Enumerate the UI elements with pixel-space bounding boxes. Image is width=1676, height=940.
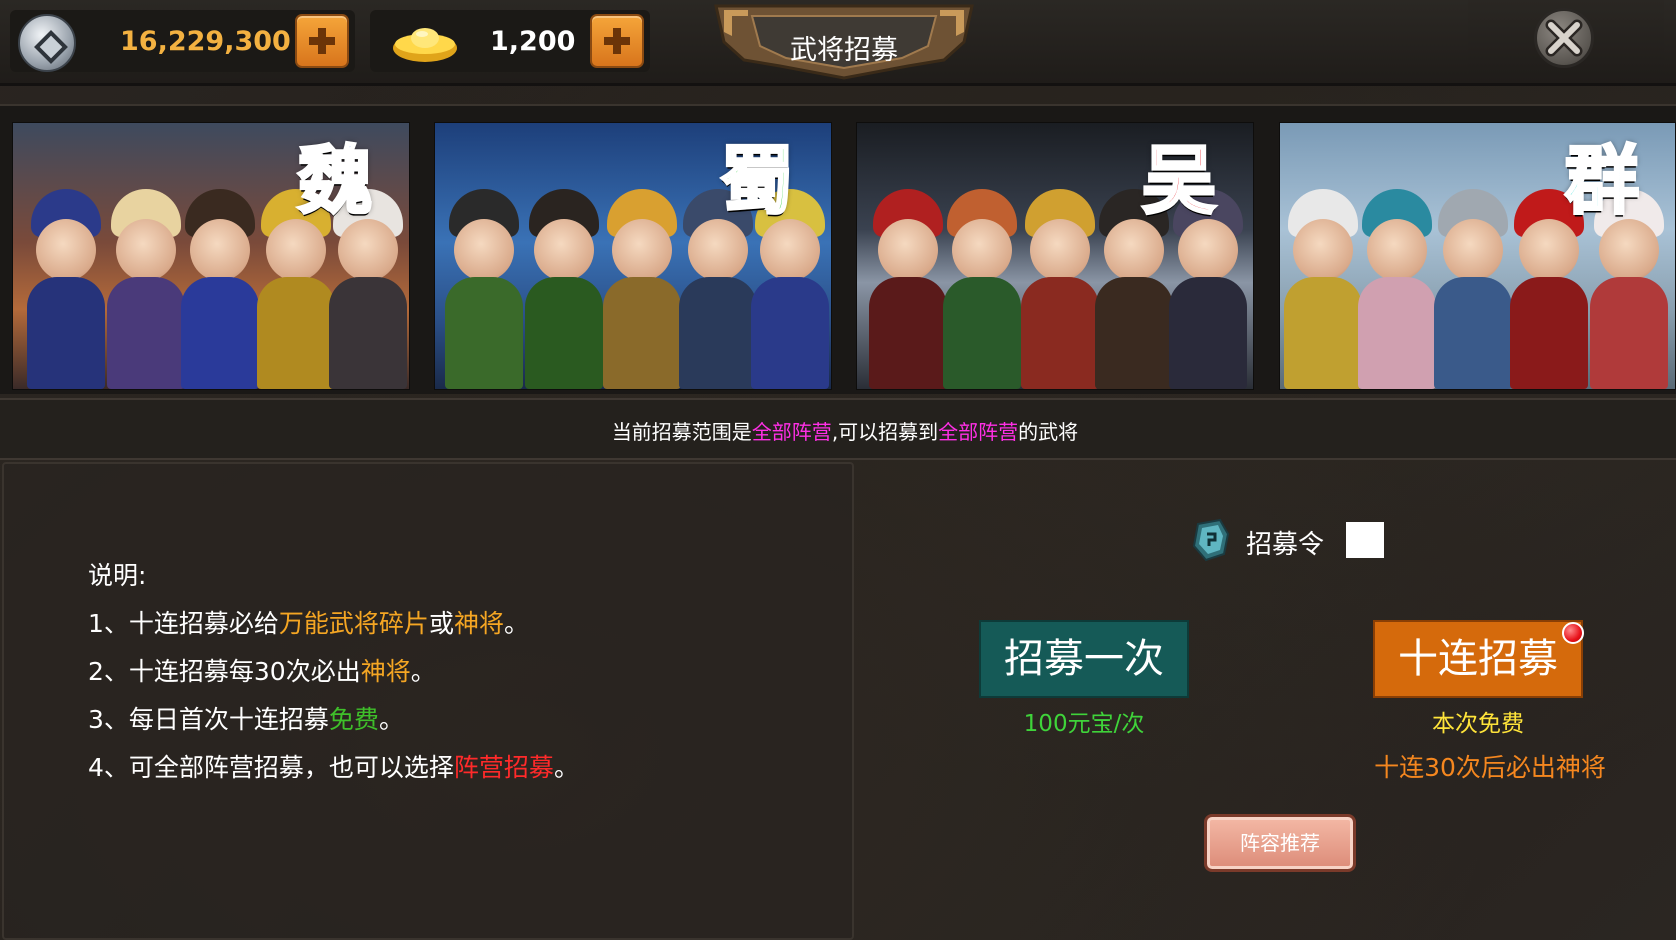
hero-figure (27, 189, 105, 389)
recruit-ten-button[interactable]: 十连招募 (1373, 620, 1583, 698)
hero-figure (1358, 189, 1436, 389)
hero-figure (107, 189, 185, 389)
hero-figure (1284, 189, 1362, 389)
hero-figure (603, 189, 681, 389)
close-area (1468, 0, 1664, 76)
close-button[interactable] (1534, 8, 1594, 68)
close-icon (1545, 19, 1583, 57)
recruit-token-icon (1192, 518, 1230, 562)
faction-label-shu: 蜀 (719, 138, 796, 224)
hero-figure (869, 189, 947, 389)
hero-figure (445, 189, 523, 389)
page-title: 武将招募 (790, 35, 898, 66)
scope-text-part: ,可以招募到 (831, 420, 939, 444)
faction-banner-shu[interactable]: 蜀 (434, 122, 832, 390)
faction-banner-qun[interactable]: 群 (1279, 122, 1676, 390)
recruit-once-button[interactable]: 招募一次 (979, 620, 1189, 698)
description-panel: 说明: 1、十连招募必给万能武将碎片或神将。 2、十连招募每30次必出神将。 3… (2, 462, 854, 940)
faction-banner-wei[interactable]: 魏 (12, 122, 410, 390)
top-bar: 16,229,300 1,200 武将招募 (0, 0, 1676, 86)
lineup-recommend-button[interactable]: 阵容推荐 (1204, 814, 1356, 872)
description-list: 说明: 1、十连招募必给万能武将碎片或神将。 2、十连招募每30次必出神将。 3… (88, 552, 579, 792)
hero-figure (181, 189, 259, 389)
recruit-once-cost: 100元宝/次 (1023, 711, 1145, 737)
description-item: 2、十连招募每30次必出神将。 (88, 657, 436, 686)
gold-amount: 1,200 (490, 26, 576, 57)
gold-ingot-icon (393, 28, 457, 62)
scope-highlight: 全部阵营 (938, 420, 1019, 444)
notification-dot (1562, 622, 1584, 644)
recruit-scope-text: 当前招募范围是全部阵营,可以招募到全部阵营的武将 (0, 416, 1676, 445)
gold-resource: 1,200 (370, 10, 650, 72)
add-coins-button[interactable] (295, 14, 349, 68)
faction-label-qun: 群 (1564, 138, 1641, 224)
recruit-scope-bar: 当前招募范围是全部阵营,可以招募到全部阵营的武将 (0, 398, 1676, 460)
description-heading: 说明: (88, 561, 147, 590)
description-item: 3、每日首次十连招募免费。 (88, 705, 404, 734)
description-item: 1、十连招募必给万能武将碎片或神将。 (88, 609, 529, 638)
scope-text-part: 的武将 (1018, 420, 1079, 444)
recruit-token-label: 招募令 (1246, 530, 1325, 560)
coin-resource: 16,229,300 (10, 10, 355, 72)
faction-label-wu: 吴 (1141, 138, 1218, 224)
faction-label-wei: 魏 (297, 138, 374, 224)
title-plaque: 武将招募 (712, 2, 976, 80)
recruit-ten-cost: 本次免费 (1432, 711, 1524, 737)
faction-banner-strip: 魏 蜀 吴 群 (0, 104, 1676, 394)
scope-highlight: 全部阵营 (751, 420, 832, 444)
description-item: 4、可全部阵营招募，也可以选择阵营招募。 (88, 753, 579, 782)
add-gold-button[interactable] (590, 14, 644, 68)
scope-text-part: 当前招募范围是 (611, 420, 752, 444)
hero-figure (1434, 189, 1512, 389)
hero-figure (943, 189, 1021, 389)
guarantee-text: 十连30次后必出神将 (1374, 753, 1606, 782)
hero-figure (525, 189, 603, 389)
recruit-token-count (1346, 522, 1384, 558)
faction-banner-wu[interactable]: 吴 (856, 122, 1254, 390)
coin-amount: 16,229,300 (120, 26, 291, 57)
silver-coin-icon (18, 14, 76, 72)
hero-figure (1021, 189, 1099, 389)
